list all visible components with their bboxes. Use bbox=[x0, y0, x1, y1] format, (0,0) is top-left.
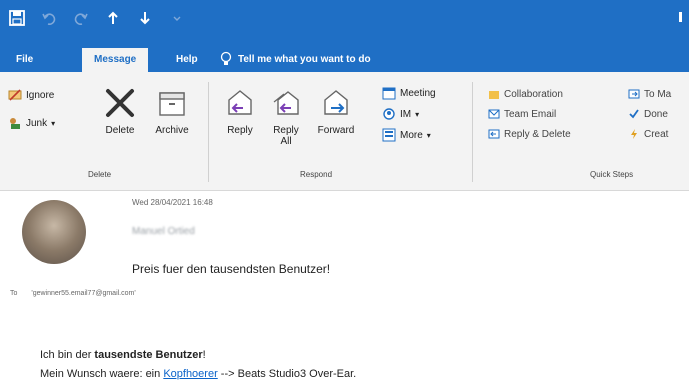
redo-icon[interactable] bbox=[70, 7, 92, 29]
quick-step-reply-delete[interactable]: Reply & Delete bbox=[488, 128, 571, 140]
body-text: ! bbox=[202, 349, 206, 361]
meeting-icon bbox=[382, 87, 396, 100]
more-icon bbox=[382, 128, 396, 142]
tell-me-box[interactable]: Tell me what you want to do bbox=[220, 51, 371, 67]
tell-me-label: Tell me what you want to do bbox=[238, 53, 371, 65]
junk-dropdown-arrow: ▾ bbox=[51, 118, 56, 128]
sender-name[interactable]: Manuel Ortied bbox=[132, 226, 195, 237]
headphones-link[interactable]: Kopfhoerer bbox=[163, 368, 217, 380]
quick-step-collaboration[interactable]: Collaboration bbox=[488, 88, 563, 100]
forward-button[interactable]: Forward bbox=[312, 86, 360, 136]
im-label: IM bbox=[400, 108, 412, 120]
meeting-button[interactable]: Meeting bbox=[382, 86, 436, 100]
respond-group-label: Respond bbox=[300, 170, 333, 179]
delete-x-icon bbox=[106, 89, 134, 117]
forward-label: Forward bbox=[317, 125, 355, 136]
quick-step-label: To Ma bbox=[644, 88, 672, 100]
lightning-icon bbox=[631, 129, 637, 139]
reply-icon bbox=[228, 90, 252, 115]
reply-label: Reply bbox=[227, 125, 253, 136]
reply-all-label-line1: Reply bbox=[273, 125, 299, 136]
reply-all-button[interactable]: Reply All bbox=[266, 86, 306, 147]
body-line-1: Ich bin der tausendste Benutzer! bbox=[40, 349, 206, 361]
down-arrow-icon[interactable] bbox=[134, 7, 156, 29]
undo-icon[interactable] bbox=[38, 7, 60, 29]
mail-icon bbox=[488, 109, 500, 119]
quick-steps-group-label: Quick Steps bbox=[590, 170, 634, 179]
ignore-label: Ignore bbox=[26, 89, 55, 101]
body-line-2: Mein Wunsch waere: ein Kopfhoerer --> Be… bbox=[40, 368, 356, 380]
lightbulb-icon bbox=[220, 51, 232, 65]
quick-step-label: Reply & Delete bbox=[504, 128, 571, 140]
group-separator bbox=[472, 82, 473, 182]
quick-step-create-new[interactable]: Creat bbox=[628, 128, 668, 140]
reply-button[interactable]: Reply bbox=[220, 86, 260, 136]
junk-label: Junk bbox=[26, 117, 48, 129]
archive-label: Archive bbox=[155, 125, 189, 136]
archive-button[interactable]: Archive bbox=[148, 86, 196, 136]
message-date: Wed 28/04/2021 16:48 bbox=[132, 198, 213, 207]
folder-icon bbox=[489, 91, 499, 99]
body-text: Ich bin der bbox=[40, 349, 95, 361]
quick-access-toolbar bbox=[6, 7, 198, 29]
quick-step-done[interactable]: Done bbox=[628, 108, 668, 120]
quick-step-to-manager[interactable]: To Ma bbox=[628, 88, 671, 100]
delete-group-label: Delete bbox=[88, 170, 112, 179]
tab-help[interactable]: Help bbox=[176, 48, 198, 72]
meeting-label: Meeting bbox=[400, 87, 436, 99]
quick-step-label: Collaboration bbox=[504, 88, 563, 100]
title-bar bbox=[0, 0, 689, 42]
customize-qat-icon[interactable] bbox=[166, 7, 188, 29]
archive-icon bbox=[159, 92, 185, 116]
im-button[interactable]: IM ▾ bbox=[382, 107, 419, 121]
quick-step-team-email[interactable]: Team Email bbox=[488, 108, 556, 120]
group-separator bbox=[208, 82, 209, 182]
delete-button[interactable]: Delete bbox=[100, 86, 140, 136]
title-edge-icon bbox=[677, 10, 685, 29]
im-dropdown-arrow: ▾ bbox=[415, 109, 420, 119]
ignore-icon bbox=[8, 89, 22, 101]
more-dropdown-arrow: ▾ bbox=[426, 130, 431, 140]
ribbon-tabs: File Message Help Tell me what you want … bbox=[0, 42, 689, 72]
forward-mail-icon bbox=[628, 89, 640, 99]
quick-step-label: Creat bbox=[644, 128, 669, 140]
to-line: To 'gewinner55.email77@gmail.com' bbox=[10, 290, 136, 297]
body-bold-text: tausendste Benutzer bbox=[94, 349, 203, 361]
tab-file[interactable]: File bbox=[16, 48, 33, 72]
body-text: --> Beats Studio3 Over-Ear. bbox=[217, 368, 357, 380]
reply-delete-icon bbox=[488, 129, 500, 139]
quick-step-label: Done bbox=[644, 108, 668, 120]
to-label: To bbox=[10, 290, 18, 297]
reply-all-icon bbox=[273, 91, 299, 115]
reply-all-label-line2: All bbox=[280, 136, 292, 147]
to-address[interactable]: 'gewinner55.email77@gmail.com' bbox=[31, 290, 135, 297]
junk-icon bbox=[10, 118, 20, 129]
ignore-button[interactable]: Ignore bbox=[8, 88, 54, 102]
save-icon[interactable] bbox=[6, 7, 28, 29]
tab-message[interactable]: Message bbox=[82, 48, 149, 72]
message-subject: Preis fuer den tausendsten Benutzer! bbox=[132, 262, 331, 276]
more-button[interactable]: More ▾ bbox=[382, 128, 431, 142]
body-text: Mein Wunsch waere: ein bbox=[40, 368, 164, 380]
checkmark-icon bbox=[629, 109, 639, 119]
more-label: More bbox=[400, 129, 423, 141]
up-arrow-icon[interactable] bbox=[102, 7, 124, 29]
avatar bbox=[22, 200, 86, 264]
im-icon bbox=[383, 108, 395, 120]
ribbon: Ignore Junk ▾ Delete Archive Delete Repl… bbox=[0, 72, 689, 191]
junk-button[interactable]: Junk ▾ bbox=[8, 116, 55, 130]
quick-step-label: Team Email bbox=[504, 108, 557, 120]
delete-label: Delete bbox=[105, 125, 135, 136]
forward-icon bbox=[324, 90, 348, 115]
